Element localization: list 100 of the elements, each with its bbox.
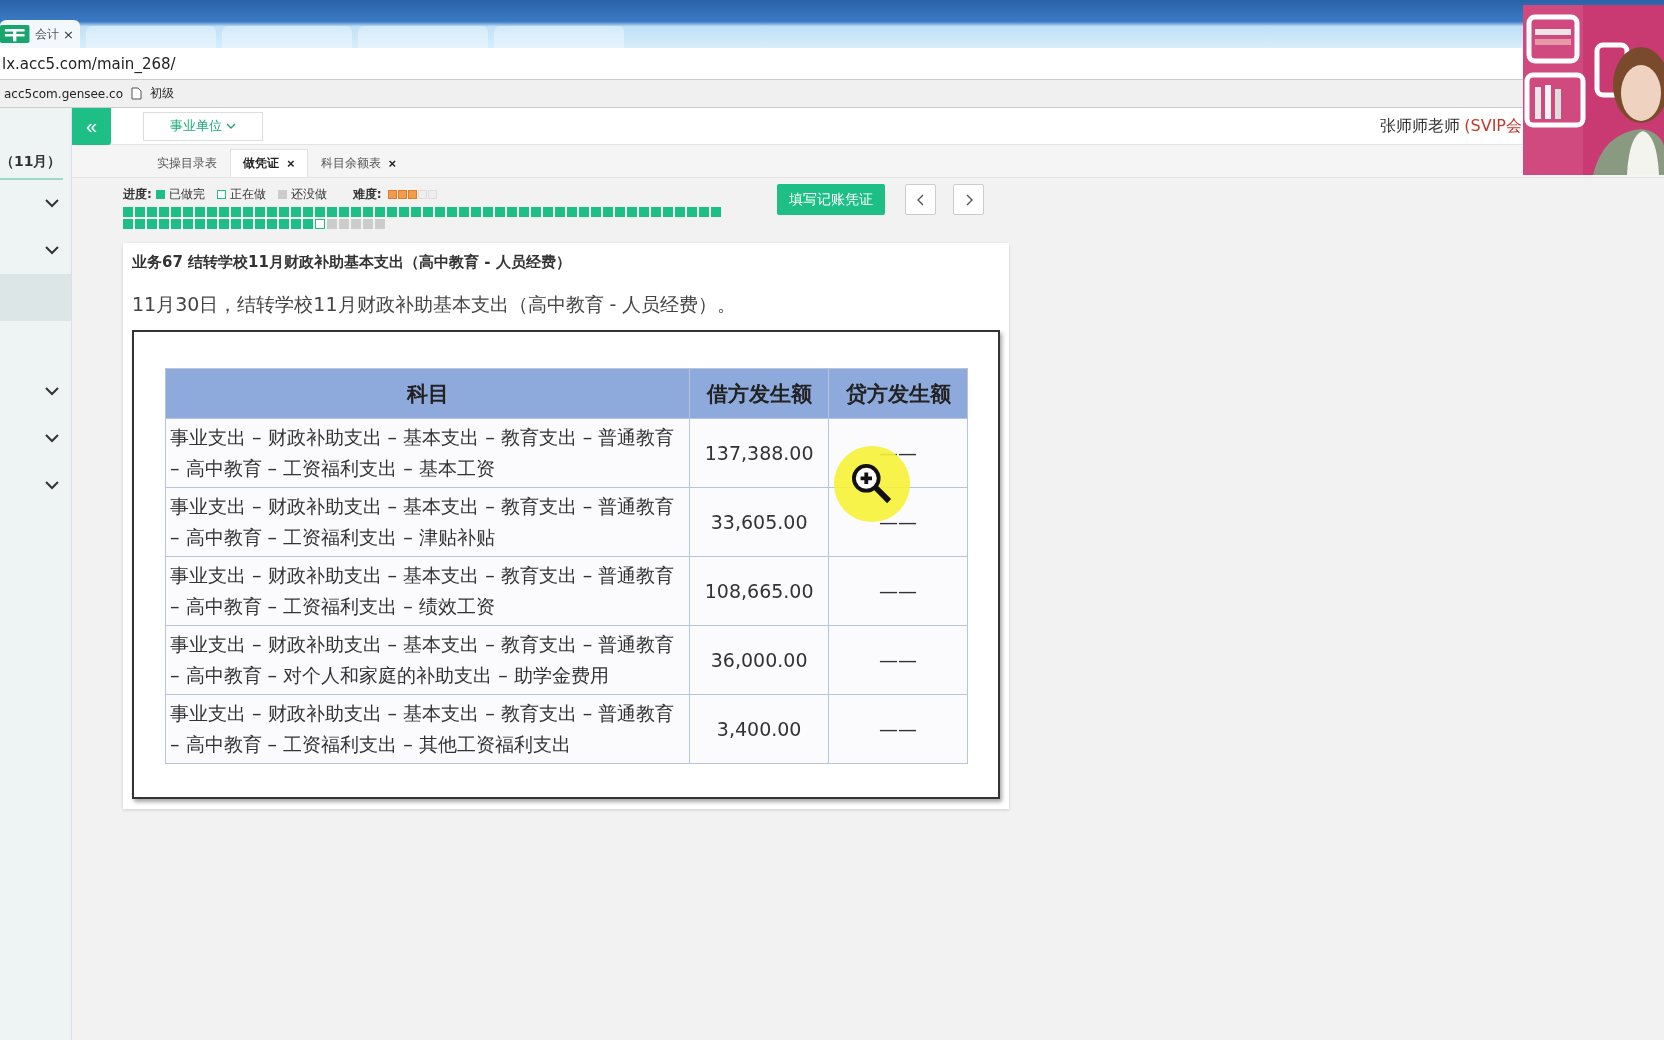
progress-step[interactable] bbox=[663, 207, 673, 217]
progress-step[interactable] bbox=[123, 219, 133, 229]
progress-step[interactable] bbox=[363, 207, 373, 217]
browser-tab[interactable] bbox=[494, 26, 624, 48]
progress-step[interactable] bbox=[399, 207, 409, 217]
bookmark[interactable]: 初级 bbox=[131, 85, 174, 102]
progress-step[interactable] bbox=[183, 219, 193, 229]
browser-tab[interactable]: 会计 × bbox=[0, 20, 80, 48]
progress-step[interactable] bbox=[375, 207, 385, 217]
progress-step[interactable] bbox=[483, 207, 493, 217]
progress-step[interactable] bbox=[339, 207, 349, 217]
progress-step[interactable] bbox=[411, 207, 421, 217]
chevron-down-icon[interactable] bbox=[45, 246, 59, 255]
progress-step[interactable] bbox=[459, 207, 469, 217]
progress-step[interactable] bbox=[351, 207, 361, 217]
progress-step[interactable] bbox=[315, 219, 325, 229]
progress-step[interactable] bbox=[315, 207, 325, 217]
progress-step[interactable] bbox=[435, 207, 445, 217]
progress-step[interactable] bbox=[507, 207, 517, 217]
progress-step[interactable] bbox=[363, 219, 373, 229]
progress-step[interactable] bbox=[279, 219, 289, 229]
tab[interactable]: 实操目录表 bbox=[144, 149, 230, 177]
progress-step[interactable] bbox=[303, 219, 313, 229]
progress-step[interactable] bbox=[243, 207, 253, 217]
progress-step[interactable] bbox=[687, 207, 697, 217]
previous-button[interactable] bbox=[905, 184, 936, 215]
progress-step[interactable] bbox=[519, 207, 529, 217]
progress-step[interactable] bbox=[267, 207, 277, 217]
progress-step[interactable] bbox=[387, 207, 397, 217]
progress-step[interactable] bbox=[255, 219, 265, 229]
progress-step[interactable] bbox=[147, 219, 157, 229]
progress-step[interactable] bbox=[291, 219, 301, 229]
progress-step[interactable] bbox=[675, 207, 685, 217]
progress-step[interactable] bbox=[627, 207, 637, 217]
next-button[interactable] bbox=[953, 184, 984, 215]
progress-step[interactable] bbox=[375, 219, 385, 229]
progress-step[interactable] bbox=[591, 207, 601, 217]
progress-step[interactable] bbox=[615, 207, 625, 217]
progress-step[interactable] bbox=[243, 219, 253, 229]
progress-step[interactable] bbox=[231, 219, 241, 229]
progress-step[interactable] bbox=[579, 207, 589, 217]
progress-step[interactable] bbox=[447, 207, 457, 217]
progress-step[interactable] bbox=[135, 207, 145, 217]
progress-step[interactable] bbox=[219, 219, 229, 229]
progress-step[interactable] bbox=[255, 207, 265, 217]
progress-step[interactable] bbox=[543, 207, 553, 217]
progress-step[interactable] bbox=[123, 207, 133, 217]
tab[interactable]: 科目余额表 × bbox=[307, 149, 410, 177]
bookmark[interactable]: acc5com.gensee.co bbox=[4, 86, 123, 101]
progress-step[interactable] bbox=[471, 207, 481, 217]
membership-label: (SVIP会 bbox=[1464, 115, 1522, 137]
progress-step[interactable] bbox=[567, 207, 577, 217]
progress-step[interactable] bbox=[531, 207, 541, 217]
progress-step[interactable] bbox=[159, 207, 169, 217]
progress-step[interactable] bbox=[207, 219, 217, 229]
legend-swatch bbox=[155, 189, 165, 199]
progress-step[interactable] bbox=[339, 219, 349, 229]
progress-step[interactable] bbox=[291, 207, 301, 217]
tab[interactable]: 做凭证 × bbox=[230, 149, 308, 177]
user-name: 张师师老师 bbox=[1380, 115, 1461, 137]
progress-step[interactable] bbox=[327, 207, 337, 217]
progress-step[interactable] bbox=[195, 219, 205, 229]
progress-step[interactable] bbox=[651, 207, 661, 217]
task-title: 业务67 结转学校11月财政补助基本支出（高中教育 - 人员经费） bbox=[132, 253, 572, 272]
progress-step[interactable] bbox=[303, 207, 313, 217]
sidebar-title: （11月） bbox=[0, 145, 63, 180]
progress-step[interactable] bbox=[279, 207, 289, 217]
progress-step[interactable] bbox=[267, 219, 277, 229]
progress-step[interactable] bbox=[327, 219, 337, 229]
progress-step[interactable] bbox=[603, 207, 613, 217]
progress-step[interactable] bbox=[495, 207, 505, 217]
chevron-down-icon[interactable] bbox=[45, 481, 59, 490]
table-cell: 33,605.00 bbox=[689, 487, 829, 557]
progress-step[interactable] bbox=[147, 207, 157, 217]
table-cell: —— bbox=[828, 556, 968, 626]
table-cell: 事业支出 – 财政补助支出 – 基本支出 – 教育支出 – 普通教育 – 高中教育 – 工资福利支出 – 绩效工资 bbox=[165, 556, 690, 626]
browser-tab[interactable] bbox=[222, 26, 352, 48]
progress-step[interactable] bbox=[423, 207, 433, 217]
address-field[interactable]: lx.acc5.com/main_268/ bbox=[2, 54, 176, 73]
progress-step[interactable] bbox=[711, 207, 721, 217]
chevron-down-icon[interactable] bbox=[45, 387, 59, 396]
progress-step[interactable] bbox=[351, 219, 361, 229]
chevron-down-icon[interactable] bbox=[45, 199, 59, 208]
chevron-down-icon[interactable] bbox=[45, 434, 59, 443]
browser-tab[interactable] bbox=[86, 26, 216, 48]
table-cell: 事业支出 – 财政补助支出 – 基本支出 – 教育支出 – 普通教育 – 高中教育 – 对个人和家庭的补助支出 – 助学金费用 bbox=[165, 625, 690, 695]
progress-step[interactable] bbox=[555, 207, 565, 217]
progress-step[interactable] bbox=[171, 219, 181, 229]
progress-step[interactable] bbox=[207, 207, 217, 217]
progress-step[interactable] bbox=[639, 207, 649, 217]
progress-step[interactable] bbox=[195, 207, 205, 217]
browser-tab[interactable] bbox=[358, 26, 488, 48]
progress-step[interactable] bbox=[699, 207, 709, 217]
progress-step[interactable] bbox=[231, 207, 241, 217]
progress-step[interactable] bbox=[135, 219, 145, 229]
progress-step[interactable] bbox=[219, 207, 229, 217]
progress-step[interactable] bbox=[171, 207, 181, 217]
legend-swatch bbox=[277, 189, 287, 199]
progress-step[interactable] bbox=[183, 207, 193, 217]
progress-step[interactable] bbox=[159, 219, 169, 229]
